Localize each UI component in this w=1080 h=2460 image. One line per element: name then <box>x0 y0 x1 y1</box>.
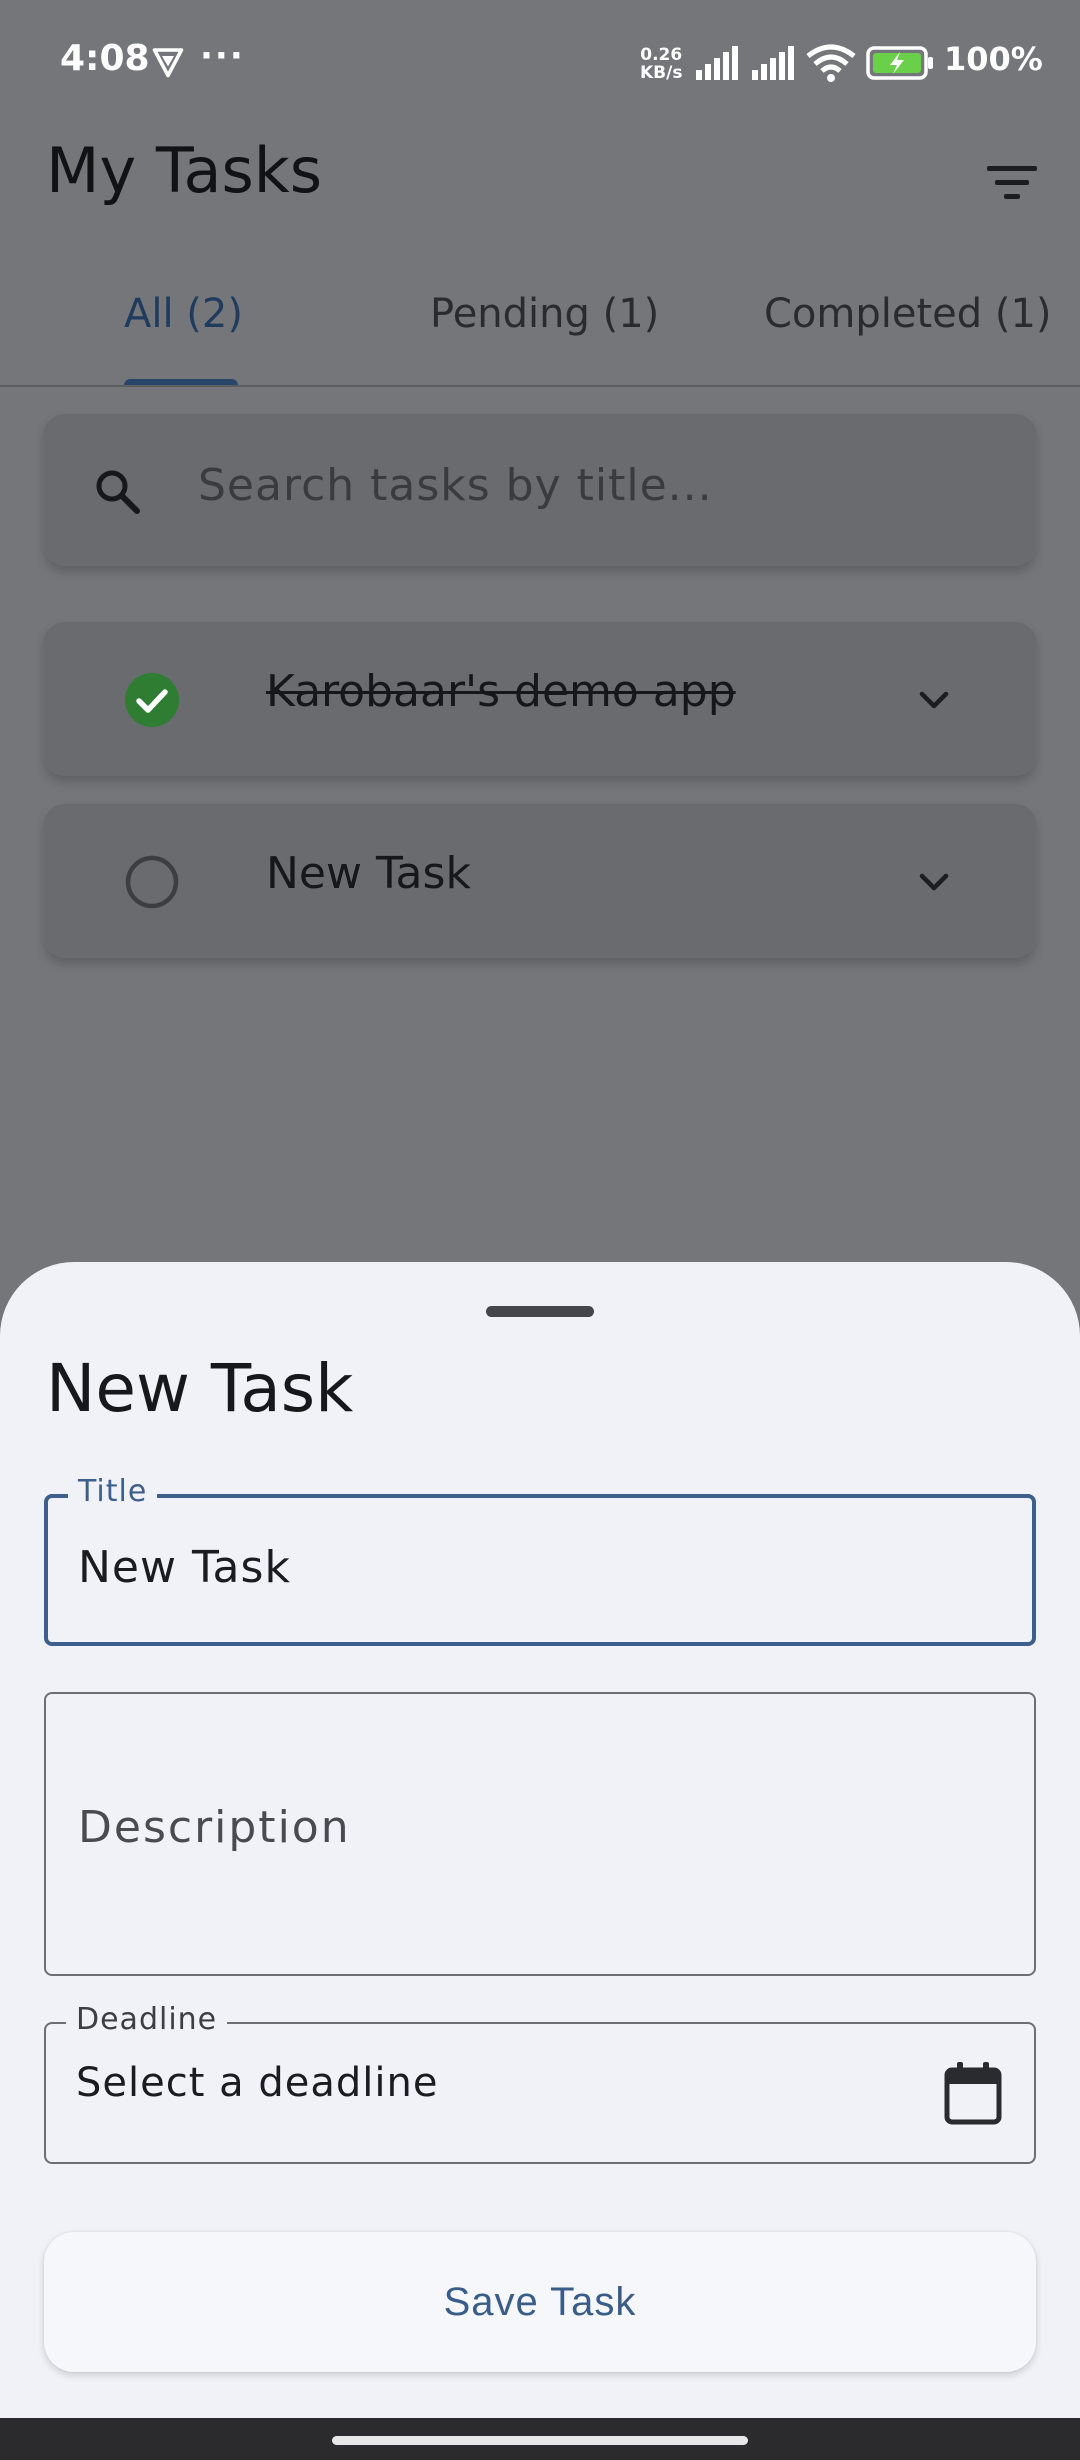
battery-icon <box>866 46 933 80</box>
new-task-sheet: New Task Title New Task Description Dead… <box>0 1262 1080 2418</box>
description-field[interactable]: Description <box>44 1692 1036 1976</box>
check-circle-icon[interactable] <box>124 672 180 728</box>
save-task-button[interactable]: Save Task <box>44 2232 1036 2372</box>
wifi-icon <box>806 44 856 82</box>
home-gesture-handle[interactable] <box>332 2436 748 2445</box>
network-speed: 0.26 KB/s <box>640 45 683 83</box>
calendar-icon[interactable] <box>942 2060 1004 2126</box>
filter-icon[interactable] <box>985 160 1039 204</box>
task-card[interactable]: Karobaar's demo app <box>44 622 1036 776</box>
signal-icon <box>752 46 794 80</box>
title-field-label: Title <box>68 1474 158 1509</box>
title-field[interactable]: Title New Task <box>44 1474 1036 1646</box>
task-title: New Task <box>266 848 471 899</box>
drag-handle[interactable] <box>486 1306 594 1317</box>
chevron-down-icon[interactable] <box>914 680 954 720</box>
tab-all[interactable]: All (2) <box>124 291 243 337</box>
navigation-bar <box>0 2418 1080 2460</box>
vpn-shield-icon <box>152 48 184 78</box>
search-icon <box>96 470 140 514</box>
sheet-title: New Task <box>46 1350 354 1427</box>
battery-percent: 100% <box>944 40 1043 78</box>
search-bar[interactable]: Search tasks by title... <box>44 414 1036 566</box>
status-bar: 4:08 ··· 0.26 KB/s 100% <box>0 0 1080 125</box>
task-title: Karobaar's demo app <box>266 666 736 717</box>
chevron-down-icon[interactable] <box>914 862 954 902</box>
status-more-dots: ··· <box>200 36 245 76</box>
tab-indicator <box>124 379 238 385</box>
save-task-label: Save Task <box>443 2280 637 2324</box>
status-time: 4:08 <box>60 38 150 79</box>
tab-completed[interactable]: Completed (1) <box>764 291 1052 337</box>
title-input[interactable]: New Task <box>78 1542 291 1593</box>
signal-icon <box>696 46 738 80</box>
deadline-field-label: Deadline <box>66 2002 228 2037</box>
page-title: My Tasks <box>46 134 323 207</box>
search-input[interactable]: Search tasks by title... <box>198 460 713 511</box>
deadline-input[interactable]: Select a deadline <box>76 2060 438 2106</box>
description-input[interactable]: Description <box>78 1802 351 1853</box>
deadline-field[interactable]: Deadline Select a deadline <box>44 2002 1036 2164</box>
tab-bar: All (2) Pending (1) Completed (1) <box>0 255 1080 387</box>
unchecked-circle-icon[interactable] <box>124 854 180 910</box>
task-card[interactable]: New Task <box>44 804 1036 958</box>
tab-pending[interactable]: Pending (1) <box>430 291 659 337</box>
